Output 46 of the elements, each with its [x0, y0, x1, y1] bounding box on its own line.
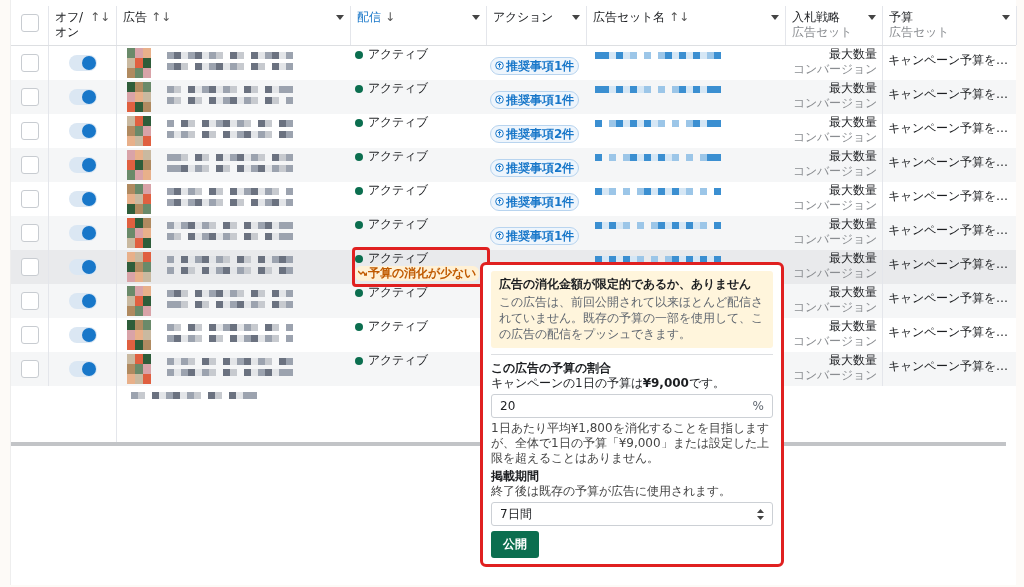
- bid-sublabel: コンバージョン: [793, 300, 877, 315]
- bid-sublabel: コンバージョン: [793, 62, 877, 77]
- budget-text: キャンペーン予算を…: [888, 359, 1008, 373]
- bid-sublabel: コンバージョン: [793, 266, 877, 281]
- bid-sublabel: コンバージョン: [793, 198, 877, 213]
- column-sublabel: 広告セット: [889, 25, 950, 40]
- bid-sublabel: コンバージョン: [793, 334, 877, 349]
- bid-strategy: 最大数量: [829, 319, 877, 334]
- status-text: アクティブ: [368, 47, 428, 62]
- bid-strategy: 最大数量: [829, 285, 877, 300]
- budget-text: キャンペーン予算を…: [888, 87, 1008, 101]
- bid-strategy: 最大数量: [829, 217, 877, 232]
- bid-strategy: 最大数量: [829, 251, 877, 266]
- bid-sublabel: コンバージョン: [793, 96, 877, 111]
- budget-text: キャンペーン予算を…: [888, 121, 1008, 135]
- bid-sublabel: コンバージョン: [793, 232, 877, 247]
- budget-text: キャンペーン予算を…: [888, 189, 1008, 203]
- bid-strategy: 最大数量: [829, 81, 877, 96]
- period-hint: 終了後は既存の予算が広告に使用されます。: [491, 484, 732, 499]
- status-text: アクティブ: [368, 81, 428, 96]
- column-sublabel: 広告セット: [792, 25, 853, 40]
- budget-text: キャンペーン予算を…: [888, 291, 1008, 305]
- budget-text: キャンペーン予算を…: [888, 223, 1008, 237]
- percent-unit: %: [752, 398, 764, 415]
- bid-strategy: 最大数量: [829, 353, 877, 368]
- status-text: アクティブ: [368, 217, 428, 232]
- budget-text: キャンペーン予算を…: [888, 53, 1008, 67]
- status-text: アクティブ: [368, 115, 428, 130]
- status-text: アクティブ: [368, 251, 428, 266]
- period-label: 掲載期間: [491, 469, 540, 484]
- budget-text: キャンペーン予算を…: [888, 257, 1008, 271]
- bid-sublabel: コンバージョン: [793, 368, 877, 383]
- bid-strategy: 最大数量: [829, 47, 877, 62]
- status-text: アクティブ: [368, 353, 428, 368]
- budget-text: キャンペーン予算を…: [888, 325, 1008, 339]
- bid-strategy: 最大数量: [829, 183, 877, 198]
- status-text: アクティブ: [368, 149, 428, 164]
- status-text: アクティブ: [368, 183, 428, 198]
- bid-strategy: 最大数量: [829, 149, 877, 164]
- bid-strategy: 最大数量: [829, 115, 877, 130]
- share-note: 1日あたり平均¥1,800を消化することを目指しますが、全体で1日の予算「¥9,000」または設定した上限を超えることはありません。: [491, 421, 770, 466]
- budget-text: キャンペーン予算を…: [888, 155, 1008, 169]
- bid-sublabel: コンバージョン: [793, 164, 877, 179]
- share-label: この広告の予算の割合: [491, 361, 612, 376]
- bid-sublabel: コンバージョン: [793, 130, 877, 145]
- status-text: アクティブ: [368, 319, 428, 334]
